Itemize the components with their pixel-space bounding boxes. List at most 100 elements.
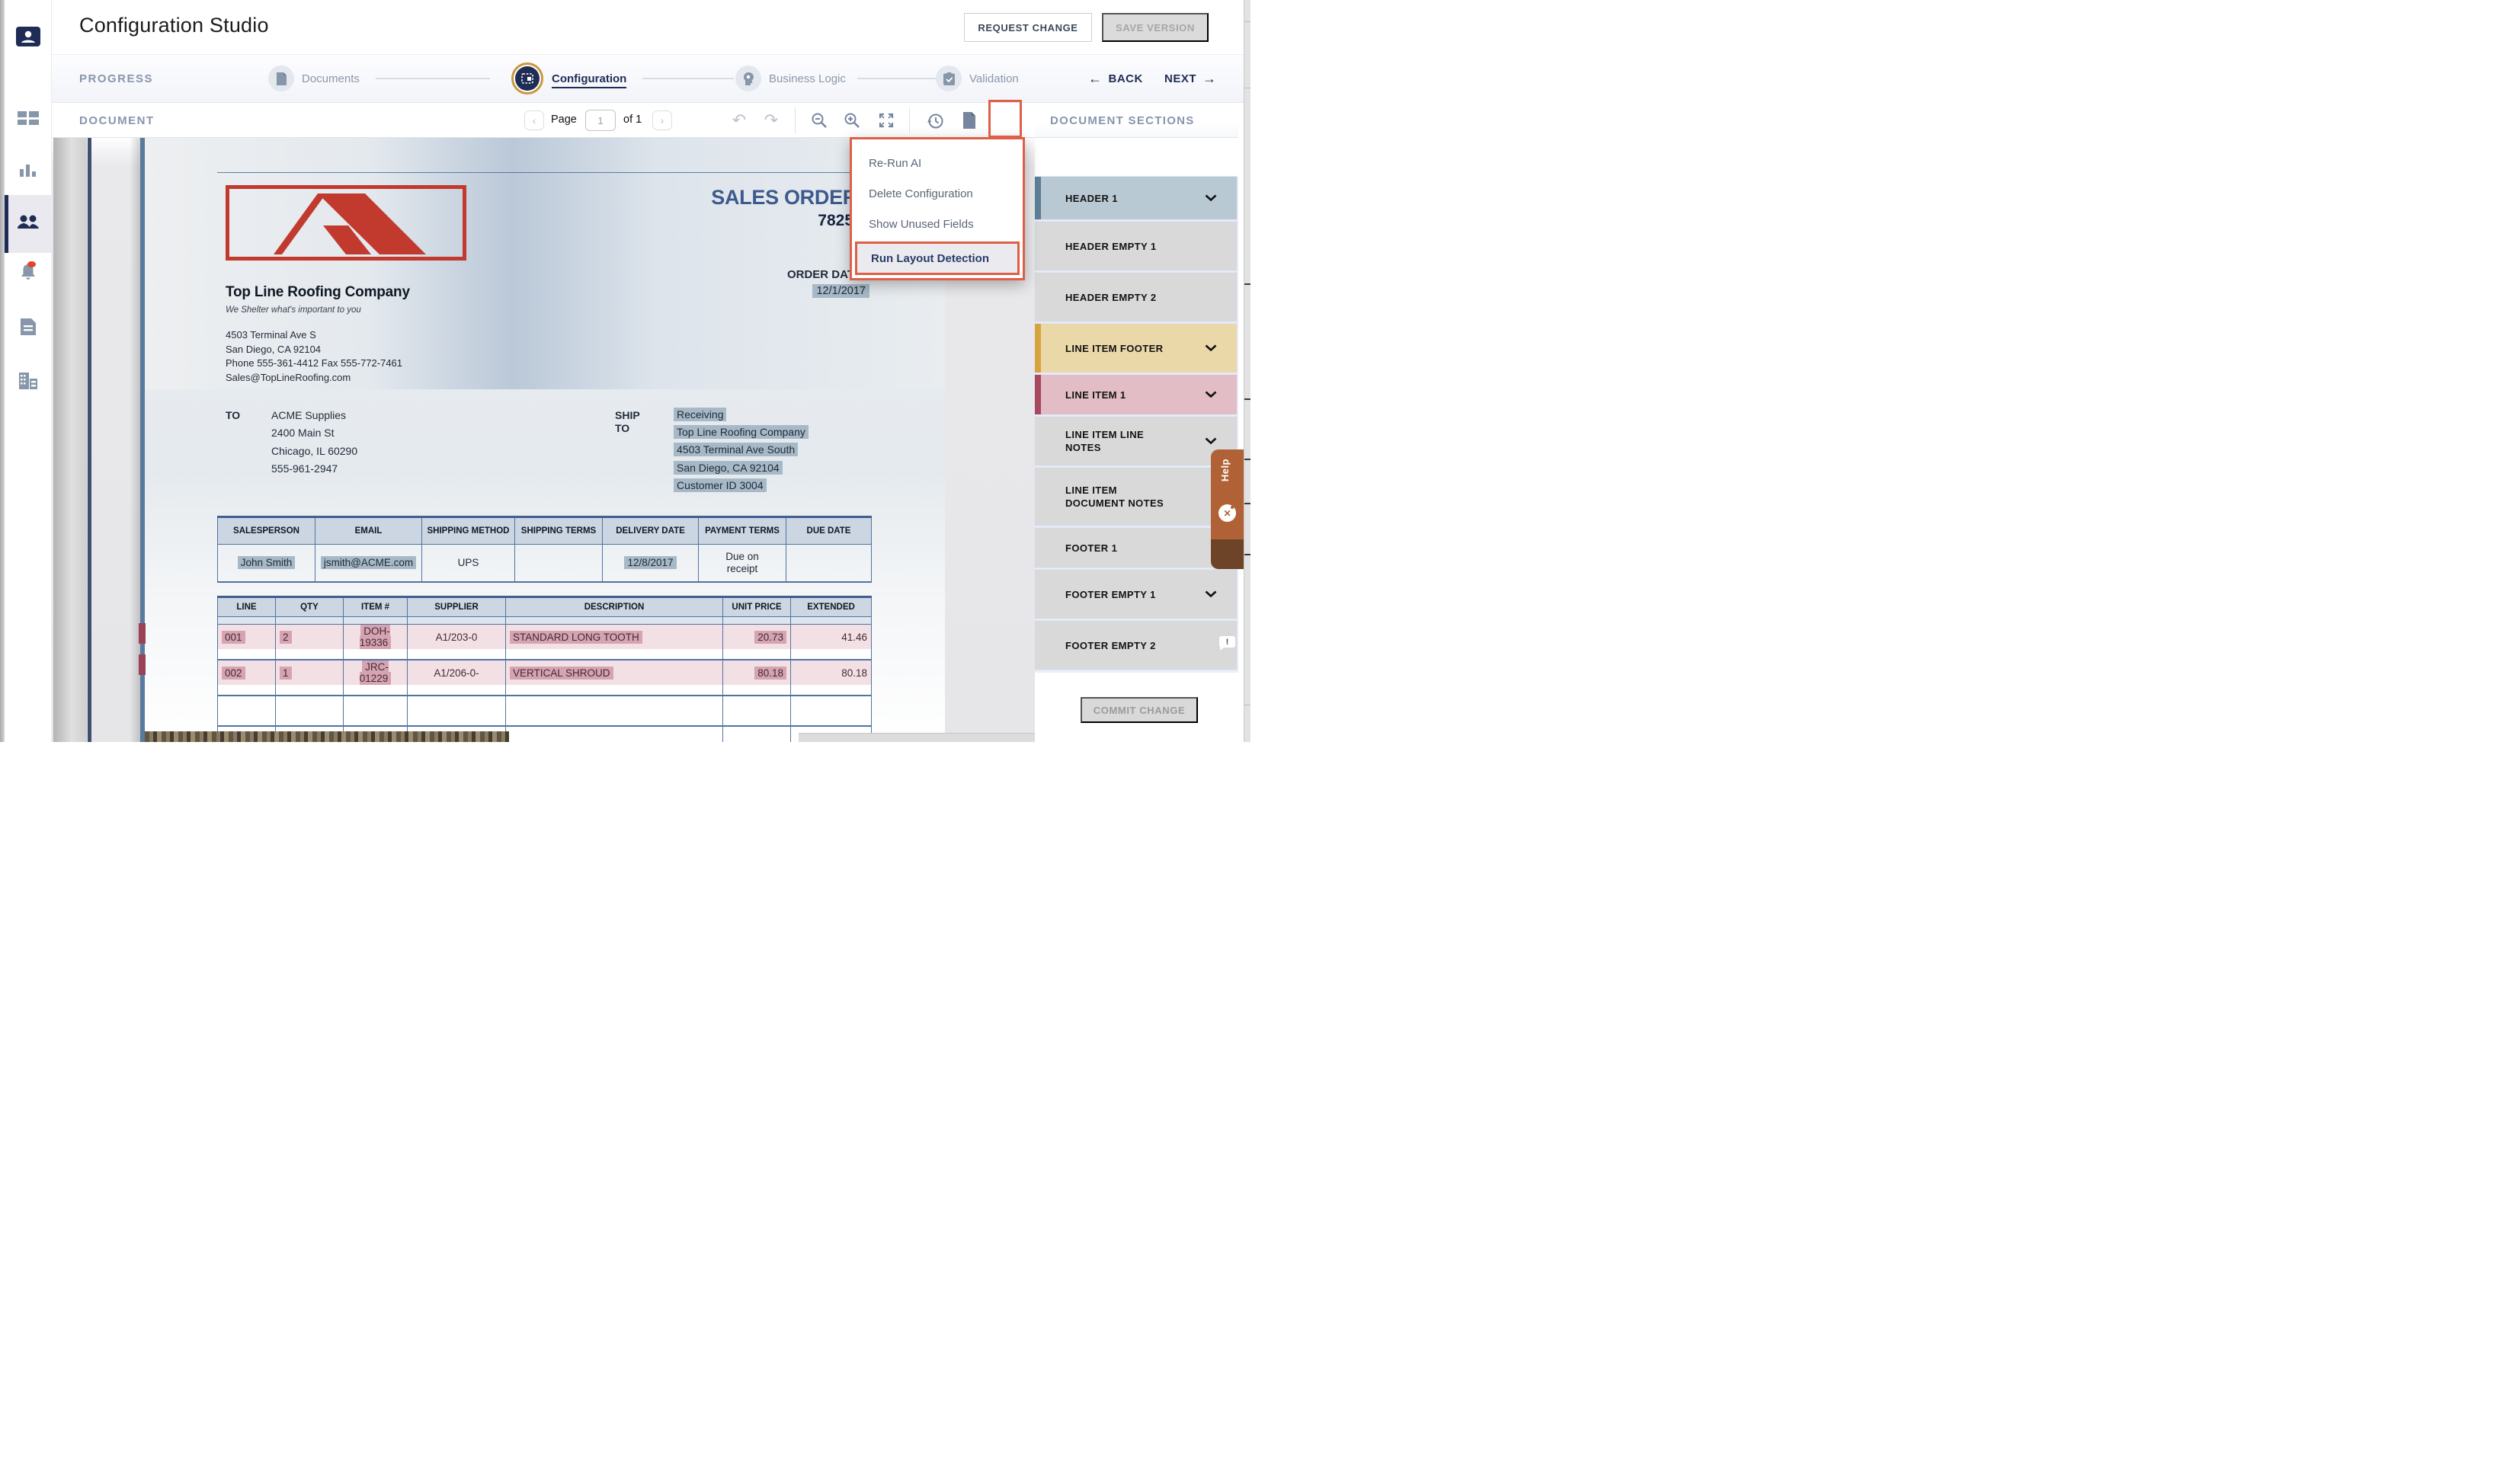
help-avatar-dot — [1231, 506, 1234, 509]
company-name: Top Line Roofing Company — [226, 284, 410, 301]
ship-to-line[interactable]: Receiving — [674, 408, 726, 421]
save-version-button[interactable]: SAVE VERSION — [1102, 13, 1209, 42]
request-change-button[interactable]: REQUEST CHANGE — [964, 13, 1092, 42]
table-row: John Smith jsmith@ACME.com UPS 12/8/2017… — [218, 545, 872, 582]
step-validation-label[interactable]: Validation — [969, 72, 1019, 85]
menu-item-run-layout-detection[interactable]: Run Layout Detection — [855, 241, 1020, 275]
empty-line-row — [218, 696, 872, 726]
chevron-down-icon[interactable] — [1205, 195, 1217, 202]
table-spacer-row — [218, 617, 872, 625]
cell-email[interactable]: jsmith@ACME.com — [315, 545, 422, 582]
section-item-footer-empty-2[interactable]: FOOTER EMPTY 2 — [1035, 621, 1237, 670]
line-item-marker-002 — [139, 654, 146, 675]
notification-dot — [27, 261, 36, 267]
column-header: DESCRIPTION — [506, 597, 723, 617]
cell-salesperson[interactable]: John Smith — [218, 545, 315, 582]
sidebar-item-company[interactable] — [15, 369, 41, 395]
fullscreen-button[interactable] — [876, 110, 897, 131]
line-item-row-002[interactable]: 002 1 JRC-01229 A1/206-0- VERTICAL SHROU… — [218, 660, 872, 685]
sidebar-item-documents[interactable] — [15, 315, 41, 341]
step-configuration-icon[interactable] — [511, 62, 543, 94]
column-header: SHIPPING TERMS — [515, 517, 603, 545]
previous-page-button[interactable]: ‹ — [524, 110, 544, 130]
cell-unit-price[interactable]: 80.18 — [723, 660, 791, 685]
section-item-footer-1[interactable]: FOOTER 1 — [1035, 528, 1237, 568]
line-item-row-001[interactable]: 001 2 DOH-19336 A1/203-0 STANDARD LONG T… — [218, 625, 872, 650]
cell-description[interactable]: VERTICAL SHROUD — [506, 660, 723, 685]
step-documents-icon[interactable] — [268, 66, 294, 91]
progress-connector — [857, 78, 941, 79]
step-business-logic-label[interactable]: Business Logic — [769, 72, 846, 85]
chevron-down-icon[interactable] — [1205, 345, 1217, 352]
zoom-out-button[interactable] — [809, 110, 830, 131]
section-item-line-item-1[interactable]: LINE ITEM 1 — [1035, 375, 1237, 414]
cell-supplier: A1/203-0 — [408, 625, 506, 650]
page-number-input[interactable] — [585, 110, 616, 131]
table-header-row: SALESPERSON EMAIL SHIPPING METHOD SHIPPI… — [218, 517, 872, 545]
zoom-out-icon — [811, 112, 828, 129]
step-validation-icon[interactable] — [936, 66, 962, 91]
section-item-header-empty-2[interactable]: HEADER EMPTY 2 — [1035, 273, 1237, 321]
cell-qty[interactable]: 1 — [276, 660, 344, 685]
ship-to-line[interactable]: San Diego, CA 92104 — [674, 461, 783, 475]
step-configuration-label[interactable]: Configuration — [552, 72, 626, 88]
feedback-tab[interactable]: ! — [1211, 539, 1244, 569]
section-item-line-item-document-notes[interactable]: LINE ITEM DOCUMENT NOTES — [1035, 468, 1237, 526]
app-sidebar — [5, 0, 52, 742]
cell-delivery-date[interactable]: 12/8/2017 — [603, 545, 699, 582]
order-date-value[interactable]: 12/1/2017 — [812, 284, 869, 298]
strip-line — [1244, 554, 1250, 555]
cell-unit-price[interactable]: 20.73 — [723, 625, 791, 650]
company-tagline: We Shelter what's important to you — [226, 305, 361, 315]
menu-item-rerun-ai[interactable]: Re-Run AI — [852, 149, 1023, 178]
chevron-left-icon: ‹ — [533, 114, 536, 126]
step-business-logic-icon[interactable] — [735, 66, 761, 91]
ship-to-line[interactable]: Customer ID 3004 — [674, 478, 767, 492]
cell-line[interactable]: 001 — [218, 625, 276, 650]
company-address: 4503 Terminal Ave S San Diego, CA 92104 … — [226, 328, 402, 385]
section-item-header-empty-1[interactable]: HEADER EMPTY 1 — [1035, 222, 1237, 270]
viewer-scrollbar-thumb[interactable] — [88, 138, 91, 742]
ship-to-line[interactable]: 4503 Terminal Ave South — [674, 443, 798, 456]
cell-item[interactable]: JRC-01229 — [344, 660, 408, 685]
zoom-in-button[interactable] — [841, 110, 863, 131]
next-button[interactable]: NEXT → — [1164, 71, 1217, 87]
next-page-button[interactable]: › — [652, 110, 672, 130]
viewer-scroll-gutter[interactable] — [53, 138, 87, 742]
company-logo — [226, 185, 466, 261]
sidebar-item-analytics[interactable] — [15, 158, 41, 184]
sidebar-item-profile[interactable] — [15, 25, 41, 51]
sales-order-page: SALES ORDER 7825 ORDER DATE: 12/1/2017 T… — [145, 138, 945, 742]
menu-item-delete-configuration[interactable]: Delete Configuration — [852, 179, 1023, 208]
chevron-down-icon[interactable] — [1205, 438, 1217, 445]
cell-description[interactable]: STANDARD LONG TOOTH — [506, 625, 723, 650]
cell-line[interactable]: 002 — [218, 660, 276, 685]
cell-qty[interactable]: 2 — [276, 625, 344, 650]
history-button[interactable] — [924, 110, 946, 131]
people-icon — [17, 215, 40, 234]
app-header: Configuration Studio REQUEST CHANGE SAVE… — [52, 0, 1250, 55]
commit-change-button[interactable]: COMMIT CHANGE — [1081, 697, 1198, 723]
section-item-line-item-footer[interactable]: LINE ITEM FOOTER — [1035, 324, 1237, 373]
help-label: Help — [1219, 459, 1231, 481]
menu-item-show-unused-fields[interactable]: Show Unused Fields — [852, 209, 1023, 238]
redo-icon: ↷ — [764, 110, 778, 130]
redo-button[interactable]: ↷ — [761, 110, 782, 131]
chevron-down-icon[interactable] — [1205, 591, 1217, 598]
new-document-button[interactable] — [959, 110, 980, 131]
settings-dropdown-menu: Re-Run AI Delete Configuration Show Unus… — [850, 137, 1025, 280]
step-documents-label[interactable]: Documents — [302, 72, 360, 85]
ship-to-line[interactable]: Top Line Roofing Company — [674, 425, 809, 439]
section-item-line-item-line-notes[interactable]: LINE ITEM LINE NOTES — [1035, 417, 1237, 465]
history-clock-icon — [927, 112, 944, 130]
section-item-header-1[interactable]: HEADER 1 — [1035, 177, 1237, 219]
undo-button[interactable]: ↶ — [729, 110, 750, 131]
chevron-down-icon[interactable] — [1205, 392, 1217, 398]
back-button[interactable]: ← BACK — [1088, 71, 1143, 87]
cell-item[interactable]: DOH-19336 — [344, 625, 408, 650]
sidebar-item-users[interactable] — [15, 211, 41, 237]
help-tab-upper[interactable]: Help ✕ — [1211, 449, 1244, 539]
sidebar-item-dashboard[interactable] — [15, 107, 41, 133]
sidebar-item-notifications[interactable] — [15, 261, 41, 286]
section-item-footer-empty-1[interactable]: FOOTER EMPTY 1 — [1035, 570, 1237, 619]
